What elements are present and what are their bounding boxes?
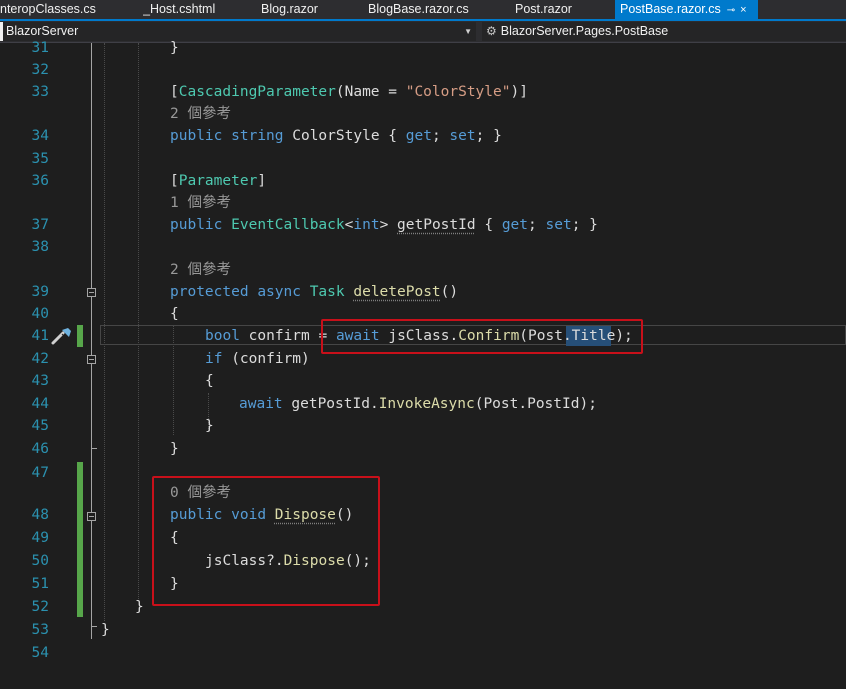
code-line-34: public string ColorStyle { get; set; } (170, 128, 502, 144)
highlight-box-confirm (321, 319, 643, 354)
tab-label: _Host.cshtml (143, 2, 216, 16)
code-line-46: } (170, 441, 179, 457)
quick-actions-brush-icon[interactable] (50, 326, 74, 346)
tab-blog-razor[interactable]: Blog.razor (261, 0, 341, 19)
code-line-36: [Parameter] (170, 173, 267, 189)
navigation-bar: BlazorServer ▼ ⚙ BlazorServer.Pages.PostB… (0, 21, 846, 43)
project-dropdown[interactable]: BlazorServer ▼ (0, 22, 476, 41)
tab-blogbase-razor-cs[interactable]: BlogBase.razor.cs (368, 0, 488, 19)
code-line-45: } (205, 418, 214, 434)
line-number: 44 (31, 396, 49, 412)
chevron-down-icon: ▼ (464, 27, 472, 36)
change-marker (77, 325, 83, 347)
line-number: 35 (31, 151, 49, 167)
code-line-31: } (170, 40, 179, 56)
code-lens-references[interactable]: 1 個參考 (170, 192, 231, 214)
outline-end (91, 626, 97, 627)
line-number: 49 (31, 530, 49, 546)
line-number: 37 (31, 217, 49, 233)
line-number: 33 (31, 84, 49, 100)
close-icon[interactable]: × (740, 4, 746, 16)
tab-label: nteropClasses.cs (0, 2, 96, 16)
code-lens-references[interactable]: 2 個參考 (170, 103, 231, 125)
code-line-43: { (205, 373, 214, 389)
pin-icon[interactable]: ⊸ (727, 5, 735, 16)
line-number: 38 (31, 239, 49, 255)
code-line-39: protected async Task deletePost() (170, 284, 459, 300)
change-marker (77, 462, 83, 617)
tab-postbase-razor-cs[interactable]: PostBase.razor.cs ⊸ × (615, 0, 758, 19)
line-number: 47 (31, 465, 49, 481)
highlight-box-dispose (152, 476, 380, 606)
line-number: 36 (31, 173, 49, 189)
line-number: 31 (31, 40, 49, 56)
line-number: 45 (31, 418, 49, 434)
project-name: BlazorServer (6, 24, 79, 38)
line-number: 41 (31, 328, 49, 344)
outline-line (91, 43, 92, 639)
type-name: BlazorServer.Pages.PostBase (500, 24, 669, 38)
line-number: 48 (31, 507, 49, 523)
collapse-toggle[interactable] (87, 512, 96, 521)
code-line-33: [CascadingParameter(Name = "ColorStyle")… (170, 84, 528, 100)
tab-post-razor[interactable]: Post.razor (515, 0, 605, 19)
line-number: 32 (31, 62, 49, 78)
code-line-42: if (confirm) (205, 351, 310, 367)
collapse-toggle[interactable] (87, 288, 96, 297)
line-number: 40 (31, 306, 49, 322)
line-number: 51 (31, 576, 49, 592)
collapse-toggle[interactable] (87, 355, 96, 364)
code-line-52: } (135, 599, 144, 615)
tab-host-cshtml[interactable]: _Host.cshtml (143, 0, 233, 19)
class-icon: ⚙ (486, 24, 497, 38)
line-number: 43 (31, 373, 49, 389)
line-number: 54 (31, 645, 49, 661)
type-dropdown[interactable]: ⚙ BlazorServer.Pages.PostBase (482, 22, 846, 41)
line-number: 42 (31, 351, 49, 367)
code-line-40: { (170, 306, 179, 322)
line-number: 53 (31, 622, 49, 638)
tab-label: BlogBase.razor.cs (368, 2, 469, 16)
tab-label: Post.razor (515, 2, 572, 16)
line-number: 46 (31, 441, 49, 457)
outline-end (91, 448, 97, 449)
line-number: 34 (31, 128, 49, 144)
indent-guide (138, 43, 139, 601)
code-line-53: } (101, 622, 110, 638)
line-number: 52 (31, 599, 49, 615)
code-lens-references[interactable]: 2 個參考 (170, 259, 231, 281)
code-line-44: await getPostId.InvokeAsync(Post.PostId)… (239, 396, 597, 412)
document-tab-bar: nteropClasses.cs _Host.cshtml Blog.razor… (0, 0, 846, 21)
tab-interop-classes[interactable]: nteropClasses.cs (0, 0, 110, 19)
tab-label: Blog.razor (261, 2, 318, 16)
code-line-37: public EventCallback<int> getPostId { ge… (170, 217, 598, 233)
tab-label: PostBase.razor.cs (620, 2, 721, 16)
line-number: 50 (31, 553, 49, 569)
code-editor[interactable]: 31 32 33 34 35 36 37 38 39 40 41 42 43 4… (0, 40, 846, 689)
line-number: 39 (31, 284, 49, 300)
